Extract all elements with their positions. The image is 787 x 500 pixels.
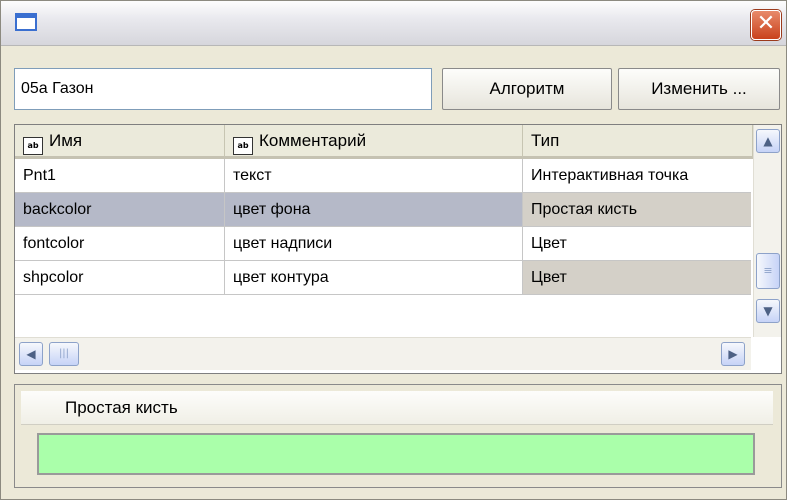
column-header-label: Тип xyxy=(531,131,560,150)
cell-comment[interactable]: цвет надписи xyxy=(225,227,523,261)
table-row[interactable]: Pnt1 текст Интерактивная точка xyxy=(15,159,751,193)
close-icon: ✕ xyxy=(756,11,776,36)
cell-type[interactable]: Цвет xyxy=(523,227,751,261)
chevron-right-icon: ▶ xyxy=(728,347,738,361)
cell-type[interactable]: Интерактивная точка xyxy=(523,159,751,193)
cell-name[interactable]: fontcolor xyxy=(15,227,225,261)
property-panel-title: Простая кисть xyxy=(21,391,773,425)
cell-comment[interactable]: текст xyxy=(225,159,523,193)
title-bar[interactable]: ✕ xyxy=(1,1,786,46)
chevron-down-icon: ▼ xyxy=(763,304,773,318)
brush-color-swatch[interactable] xyxy=(37,433,755,475)
text-field-icon: ab xyxy=(233,137,253,155)
horizontal-scrollbar[interactable]: ◀ ||| ▶ xyxy=(15,337,751,370)
variables-grid: ab Имя ab Комментарий Тип Pnt1 текст Интер… xyxy=(14,124,782,374)
column-header-label: Комментарий xyxy=(259,131,367,150)
cell-comment[interactable]: цвет фона xyxy=(225,193,523,227)
cell-type[interactable]: Цвет xyxy=(523,261,751,295)
cell-name[interactable]: backcolor xyxy=(15,193,225,227)
table-row-selected[interactable]: backcolor цвет фона Простая кисть xyxy=(15,193,751,227)
horizontal-scroll-thumb[interactable]: ||| xyxy=(49,342,79,366)
scroll-left-button[interactable]: ◀ xyxy=(19,342,43,366)
chevron-left-icon: ◀ xyxy=(26,347,36,361)
column-header-label: Имя xyxy=(49,131,83,150)
table-row[interactable]: fontcolor цвет надписи Цвет xyxy=(15,227,751,261)
scroll-up-button[interactable]: ▲ xyxy=(756,129,780,153)
cell-type[interactable]: Простая кисть xyxy=(523,193,751,227)
grip-icon: ≡ xyxy=(763,264,773,277)
algorithm-button[interactable]: Алгоритм xyxy=(442,68,612,110)
grid-header: ab Имя ab Комментарий Тип xyxy=(15,125,765,159)
window-icon xyxy=(15,13,37,31)
object-name-field[interactable]: 05а Газон xyxy=(14,68,432,110)
close-button[interactable]: ✕ xyxy=(751,10,781,40)
table-row[interactable]: shpcolor цвет контура Цвет xyxy=(15,261,751,295)
scroll-right-button[interactable]: ▶ xyxy=(721,342,745,366)
cell-name[interactable]: shpcolor xyxy=(15,261,225,295)
cell-name[interactable]: Pnt1 xyxy=(15,159,225,193)
vertical-scrollbar[interactable]: ▲ ≡ ▼ xyxy=(753,125,781,337)
cell-comment[interactable]: цвет контура xyxy=(225,261,523,295)
column-header-comment[interactable]: ab Комментарий xyxy=(225,125,523,159)
vertical-scroll-thumb[interactable]: ≡ xyxy=(756,253,780,289)
property-panel: Простая кисть xyxy=(14,384,782,488)
grip-icon: ||| xyxy=(58,348,70,359)
column-header-type[interactable]: Тип xyxy=(523,125,753,159)
column-header-name[interactable]: ab Имя xyxy=(15,125,225,159)
text-field-icon: ab xyxy=(23,137,43,155)
scroll-down-button[interactable]: ▼ xyxy=(756,299,780,323)
edit-button[interactable]: Изменить ... xyxy=(618,68,780,110)
chevron-up-icon: ▲ xyxy=(763,134,773,148)
